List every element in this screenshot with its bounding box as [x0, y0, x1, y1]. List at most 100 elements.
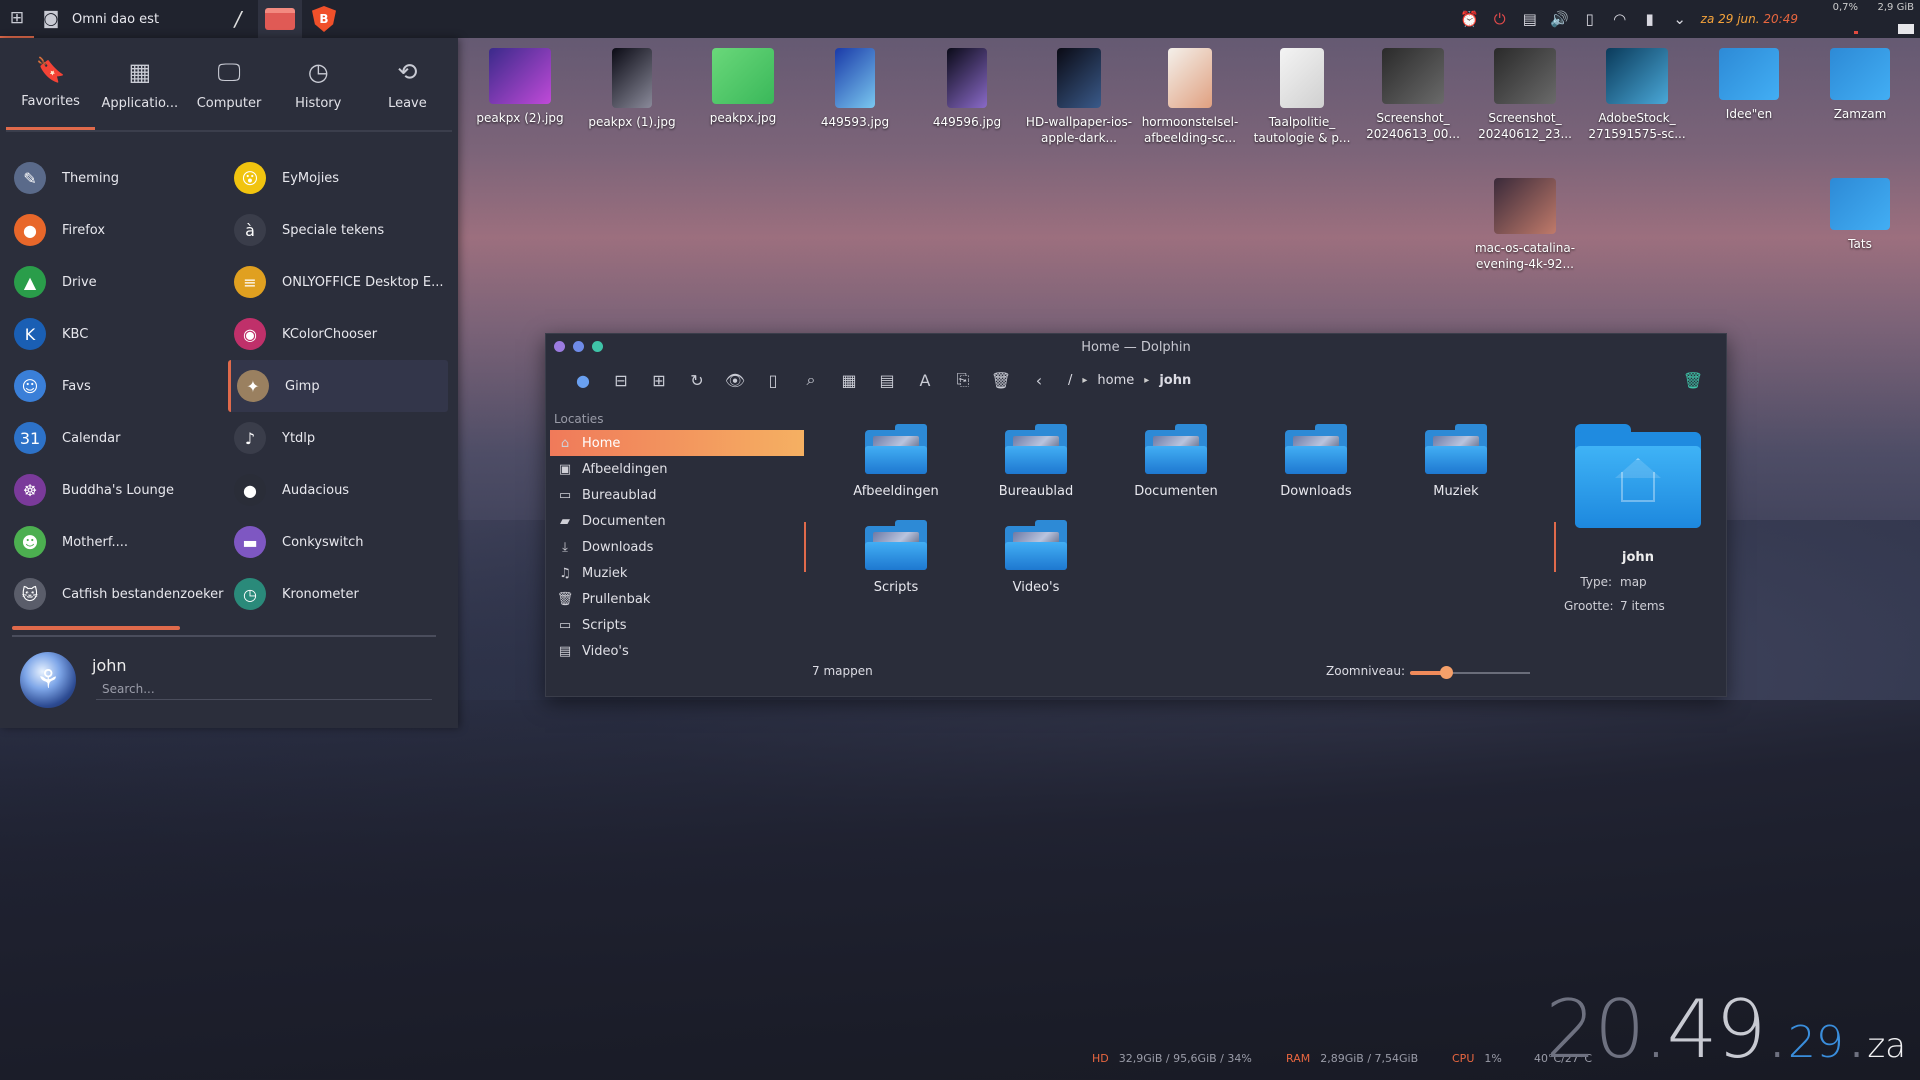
app-kbc[interactable]: K KBC: [8, 308, 228, 360]
clipboard-icon[interactable]: ▤: [1515, 10, 1545, 28]
place-prullenbak[interactable]: 🗑 Prullenbak: [550, 586, 804, 612]
place-label: Scripts: [582, 617, 627, 633]
menu-icon[interactable]: ●: [564, 371, 602, 390]
app-calendar[interactable]: 31 Calendar: [8, 412, 228, 464]
app-conkyswitch[interactable]: ▬ Conkyswitch: [228, 516, 448, 568]
app-buddha-s-lounge[interactable]: ☸ Buddha's Lounge: [8, 464, 228, 516]
avatar[interactable]: ⚘: [20, 652, 76, 708]
desktop-file[interactable]: AdobeStock_ 271591575-sc...: [1582, 48, 1692, 142]
minimize-button[interactable]: [573, 341, 584, 352]
place-home[interactable]: ⌂ Home: [550, 430, 804, 456]
app-favs[interactable]: ☺ Favs: [8, 360, 228, 412]
task-brave[interactable]: B: [302, 0, 346, 38]
folder-item[interactable]: Downloads: [1246, 424, 1386, 520]
place-afbeeldingen[interactable]: ▣ Afbeeldingen: [550, 456, 804, 482]
place-videos[interactable]: ▤ Video's: [550, 638, 804, 664]
search-icon[interactable]: ⌕: [792, 370, 830, 390]
zoom-slider-handle[interactable]: [1440, 666, 1453, 679]
bookmark-icon[interactable]: ▯: [754, 371, 792, 390]
screenshot-icon[interactable]: ◙: [34, 0, 68, 38]
trash-icon[interactable]: 🗑: [1674, 371, 1712, 390]
app-eymojies[interactable]: 😮 EyMojies: [228, 152, 448, 204]
desktop-file[interactable]: hormoonstelsel-afbeelding-sc...: [1135, 48, 1245, 146]
battery-icon[interactable]: ▮: [1635, 10, 1665, 28]
folder-item[interactable]: Muziek: [1386, 424, 1526, 520]
tab-applicatio[interactable]: ▦ Applicatio...: [95, 38, 184, 130]
desktop-file[interactable]: Taalpolitie_ tautologie & p...: [1247, 48, 1357, 146]
app-audacious[interactable]: ● Audacious: [228, 464, 448, 516]
split-view-icon[interactable]: ⊟: [602, 371, 640, 390]
app-onlyoffice-desktop-e[interactable]: ≡ ONLYOFFICE Desktop E...: [228, 256, 448, 308]
window-titlebar[interactable]: Home — Dolphin: [546, 334, 1726, 360]
app-kcolorchooser[interactable]: ◉ KColorChooser: [228, 308, 448, 360]
place-scripts[interactable]: ▭ Scripts: [550, 612, 804, 638]
desktop-file[interactable]: peakpx (2).jpg: [465, 48, 575, 126]
folder-icon: [1145, 424, 1207, 474]
device-icon[interactable]: ▯: [1575, 10, 1605, 28]
desktop-file[interactable]: Idee"en: [1694, 48, 1804, 122]
icons-view-icon[interactable]: ▦: [830, 371, 868, 390]
desktop-file[interactable]: Zamzam: [1805, 48, 1915, 122]
scroll-indicator[interactable]: [12, 626, 180, 630]
volume-icon[interactable]: 🔊: [1545, 10, 1575, 28]
desktop-file[interactable]: Screenshot_ 20240612_23...: [1470, 48, 1580, 142]
app-theming[interactable]: ✎ Theming: [8, 152, 228, 204]
search-input[interactable]: [96, 678, 432, 700]
app-drive[interactable]: ▲ Drive: [8, 256, 228, 308]
app-ytdlp[interactable]: ♪ Ytdlp: [228, 412, 448, 464]
desktop-file[interactable]: Screenshot_ 20240613_00...: [1358, 48, 1468, 142]
place-bureaublad[interactable]: ▭ Bureaublad: [550, 482, 804, 508]
folder-item[interactable]: Documenten: [1106, 424, 1246, 520]
folder-item[interactable]: Video's: [966, 520, 1106, 616]
rename-icon[interactable]: A: [906, 371, 944, 390]
new-file-icon[interactable]: ⎘: [944, 370, 982, 390]
breadcrumb-root[interactable]: /: [1068, 373, 1072, 388]
panel-divider[interactable]: [1554, 522, 1556, 572]
app-speciale-tekens[interactable]: à Speciale tekens: [228, 204, 448, 256]
tab-computer[interactable]: 🖵 Computer: [184, 38, 273, 130]
launcher-icon[interactable]: ⊞: [0, 0, 34, 38]
breadcrumb-home[interactable]: home: [1097, 373, 1134, 388]
place-downloads[interactable]: ⤓ Downloads: [550, 534, 804, 560]
tab-favorites[interactable]: 🔖 Favorites: [6, 38, 96, 130]
details-view-icon[interactable]: ▤: [868, 371, 906, 390]
folder-item[interactable]: Bureaublad: [966, 424, 1106, 520]
cpu-monitor[interactable]: 0,7%: [1808, 0, 1864, 38]
app-catfish-bestandenzoeker[interactable]: 🐱 Catfish bestandenzoeker: [8, 568, 228, 620]
desktop-file[interactable]: HD-wallpaper-ios-apple-dark...: [1024, 48, 1134, 146]
place-documenten[interactable]: ▰ Documenten: [550, 508, 804, 534]
memory-monitor[interactable]: 2,9 GiB: [1864, 0, 1920, 38]
desktop-file[interactable]: 449596.jpg: [912, 48, 1022, 130]
panel-icon[interactable]: ⊞: [640, 371, 678, 390]
reload-icon[interactable]: ↻: [678, 371, 716, 390]
panel-divider[interactable]: [804, 522, 806, 572]
tab-history[interactable]: ◷ History: [274, 38, 363, 130]
desktop-file[interactable]: 449593.jpg: [800, 48, 910, 130]
bookmark-icon: 🔖: [35, 56, 66, 84]
place-muziek[interactable]: ♫ Muziek: [550, 560, 804, 586]
breadcrumb-john[interactable]: john: [1159, 373, 1191, 388]
delete-icon[interactable]: 🗑: [982, 371, 1020, 390]
app-motherf[interactable]: ☻ Motherf....: [8, 516, 228, 568]
app-gimp[interactable]: ✦ Gimp: [228, 360, 448, 412]
preview-icon[interactable]: 👁: [716, 371, 754, 390]
desktop-file[interactable]: peakpx.jpg: [688, 48, 798, 126]
wifi-icon[interactable]: ◠: [1605, 10, 1635, 28]
chevron-down-icon[interactable]: ⌄: [1665, 10, 1695, 28]
app-firefox[interactable]: ● Firefox: [8, 204, 228, 256]
desktop-file[interactable]: peakpx (1).jpg: [577, 48, 687, 130]
close-button[interactable]: [554, 341, 565, 352]
app-kronometer[interactable]: ◷ Kronometer: [228, 568, 448, 620]
folder-item[interactable]: Afbeeldingen: [826, 424, 966, 520]
folder-icon: [1719, 48, 1779, 100]
desktop-file[interactable]: Tats: [1805, 178, 1915, 252]
tab-leave[interactable]: ⟲ Leave: [363, 38, 452, 130]
desktop-file[interactable]: mac-os-catalina-evening-4k-92...: [1470, 178, 1580, 272]
notifications-icon[interactable]: ⏰: [1455, 10, 1485, 28]
maximize-button[interactable]: [592, 341, 603, 352]
tray-clock[interactable]: za 29 jun. 20:49: [1701, 12, 1798, 26]
back-icon[interactable]: ‹: [1020, 371, 1058, 390]
update-icon[interactable]: ⏻: [1485, 10, 1515, 28]
folder-item[interactable]: Scripts: [826, 520, 966, 616]
task-dolphin[interactable]: [258, 0, 302, 38]
